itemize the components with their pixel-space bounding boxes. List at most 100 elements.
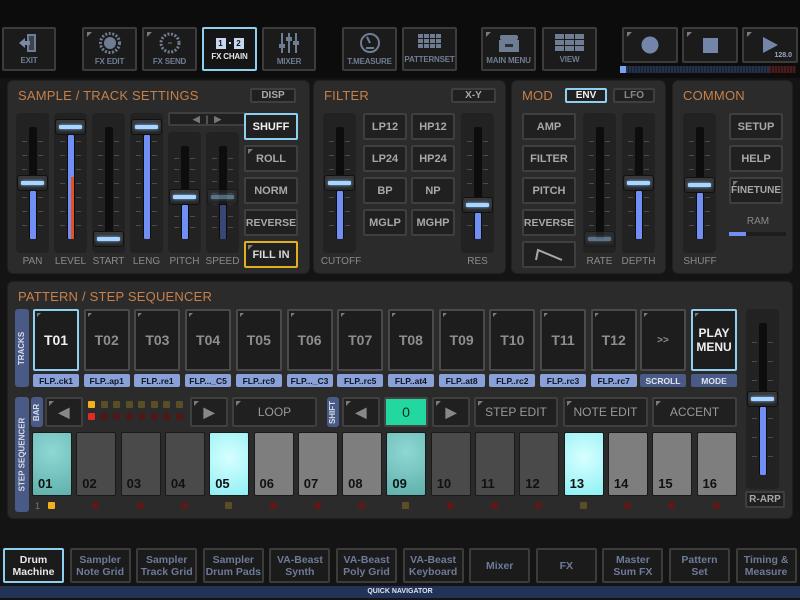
rate-fader[interactable]: [583, 113, 616, 253]
mod-filter-button[interactable]: FILTER: [522, 145, 576, 172]
play-button[interactable]: 128.0: [742, 27, 798, 63]
quick-nav-va-beast-poly-grid[interactable]: VA-Beast Poly Grid: [336, 548, 397, 583]
bar-position-led[interactable]: [125, 401, 133, 408]
fx-edit-button[interactable]: FX EDIT: [82, 27, 137, 71]
leng-fader[interactable]: [130, 113, 163, 253]
bar-position-led[interactable]: [150, 401, 158, 408]
mod-shape-button[interactable]: [522, 241, 576, 268]
bar-position-led[interactable]: [88, 401, 95, 408]
track-button-t05[interactable]: T05: [235, 309, 282, 371]
fx-chain-button[interactable]: 1 2 FX CHAIN: [202, 27, 257, 71]
quick-nav-va-beast-synth[interactable]: VA-Beast Synth: [269, 548, 331, 583]
play-menu-button[interactable]: PLAY MENU: [691, 309, 737, 371]
track-button-t01[interactable]: T01: [33, 309, 79, 371]
bar-loop-led[interactable]: [163, 413, 170, 420]
song-position-bar[interactable]: [620, 66, 796, 73]
filter-bp-button[interactable]: BP: [363, 177, 407, 204]
t-measure-button[interactable]: T.MEASURE: [342, 27, 397, 71]
shift-right-button[interactable]: ▶: [432, 397, 470, 427]
step-pad-14[interactable]: 14: [607, 432, 648, 496]
roll-button[interactable]: ROLL: [244, 145, 298, 172]
accent-button[interactable]: ACCENT: [652, 397, 737, 427]
finetune-button[interactable]: FINETUNE: [729, 177, 783, 204]
step-sequencer-tab[interactable]: STEP SEQUENCER: [15, 397, 29, 512]
mod-amp-button[interactable]: AMP: [522, 113, 576, 140]
bar-position-led[interactable]: [100, 401, 108, 408]
step-pad-03[interactable]: 03: [120, 432, 161, 496]
bar-loop-led[interactable]: [150, 413, 158, 420]
mod-pitch-button[interactable]: PITCH: [522, 177, 576, 204]
bar-loop-led[interactable]: [88, 413, 95, 420]
start-fader[interactable]: [92, 113, 125, 253]
shuff-fader[interactable]: [683, 113, 716, 253]
track-button-t09[interactable]: T09: [438, 309, 485, 371]
fader-knob[interactable]: [169, 189, 200, 206]
depth-fader[interactable]: [622, 113, 655, 253]
filter-mghp-button[interactable]: MGHP: [411, 209, 455, 236]
view-button[interactable]: VIEW: [542, 27, 597, 71]
fader-knob[interactable]: [747, 391, 778, 407]
step-pad-10[interactable]: 10: [430, 432, 471, 496]
quick-nav-va-beast-keyboard[interactable]: VA-Beast Keyboard: [402, 548, 464, 583]
quick-nav-fx[interactable]: FX: [535, 548, 597, 583]
quick-nav-master-sum-fx[interactable]: Master Sum FX: [602, 548, 664, 583]
step-pad-02[interactable]: 02: [76, 432, 117, 496]
fill-in-button[interactable]: FILL IN: [244, 241, 298, 268]
shuff-button[interactable]: SHUFF: [244, 113, 298, 140]
fader-knob[interactable]: [623, 175, 654, 191]
track-button-t10[interactable]: T10: [489, 309, 536, 371]
step-pad-08[interactable]: 08: [342, 432, 383, 496]
step-pad-16[interactable]: 16: [696, 432, 737, 496]
x-y-button[interactable]: X-Y: [451, 88, 496, 103]
note-edit-button[interactable]: NOTE EDIT: [563, 397, 648, 427]
fader-knob[interactable]: [17, 175, 48, 191]
track-button-t12[interactable]: T12: [590, 309, 637, 371]
step-pad-11[interactable]: 11: [475, 432, 515, 496]
quick-nav-mixer[interactable]: Mixer: [469, 548, 531, 583]
fader-knob[interactable]: [93, 231, 124, 247]
speed-fader[interactable]: [206, 132, 239, 253]
filter-np-button[interactable]: NP: [411, 177, 455, 204]
bar-next-button[interactable]: ▶: [190, 397, 228, 427]
shift-value-display[interactable]: 0: [384, 397, 428, 427]
quick-nav-drum-machine[interactable]: Drum Machine: [3, 548, 64, 583]
track-button-t04[interactable]: T04: [185, 309, 232, 371]
bar-position-led[interactable]: [113, 401, 120, 408]
step-pad-12[interactable]: 12: [519, 432, 560, 496]
reverse-button[interactable]: REVERSE: [244, 209, 298, 236]
level-fader[interactable]: [54, 113, 87, 253]
cutoff-fader[interactable]: [323, 113, 356, 253]
filter-mglp-button[interactable]: MGLP: [363, 209, 407, 236]
track-button-t06[interactable]: T06: [286, 309, 333, 371]
step-pad-05[interactable]: 05: [209, 432, 250, 496]
filter-lp24-button[interactable]: LP24: [363, 145, 407, 172]
filter-lp12-button[interactable]: LP12: [363, 113, 407, 140]
bar-loop-led[interactable]: [175, 413, 183, 420]
fader-knob[interactable]: [462, 197, 493, 214]
bar-loop-led[interactable]: [138, 413, 145, 420]
lfo-tab[interactable]: LFO: [613, 88, 655, 103]
bar-position-led[interactable]: [175, 401, 183, 408]
bar-position-led[interactable]: [138, 401, 145, 408]
pitch-speed-arrows-button[interactable]: ◀ | ▶: [168, 112, 246, 126]
track-button-t08[interactable]: T08: [387, 309, 434, 371]
scroll-button[interactable]: >>: [640, 309, 686, 371]
env-tab[interactable]: ENV: [565, 88, 607, 103]
r-arp-fader[interactable]: [746, 309, 779, 489]
fader-knob[interactable]: [684, 177, 715, 194]
tempo-readout[interactable]: 128.0: [774, 52, 792, 59]
track-button-t11[interactable]: T11: [540, 309, 586, 371]
setup-button[interactable]: SETUP: [729, 113, 783, 140]
step-pad-04[interactable]: 04: [164, 432, 205, 496]
quick-navigator-bar[interactable]: QUICK NAVIGATOR: [0, 586, 800, 598]
song-position-marker[interactable]: [620, 66, 626, 73]
mod-reverse-button[interactable]: REVERSE: [522, 209, 576, 236]
quick-nav-timing-measure[interactable]: Timing & Measure: [735, 548, 797, 583]
step-pad-01[interactable]: 01: [32, 432, 72, 496]
step-pad-13[interactable]: 13: [563, 432, 604, 496]
bar-loop-led[interactable]: [125, 413, 133, 420]
res-fader[interactable]: [461, 113, 494, 253]
norm-button[interactable]: NORM: [244, 177, 298, 204]
step-edit-button[interactable]: STEP EDIT: [474, 397, 558, 427]
quick-nav-sampler-track-grid[interactable]: Sampler Track Grid: [136, 548, 198, 583]
